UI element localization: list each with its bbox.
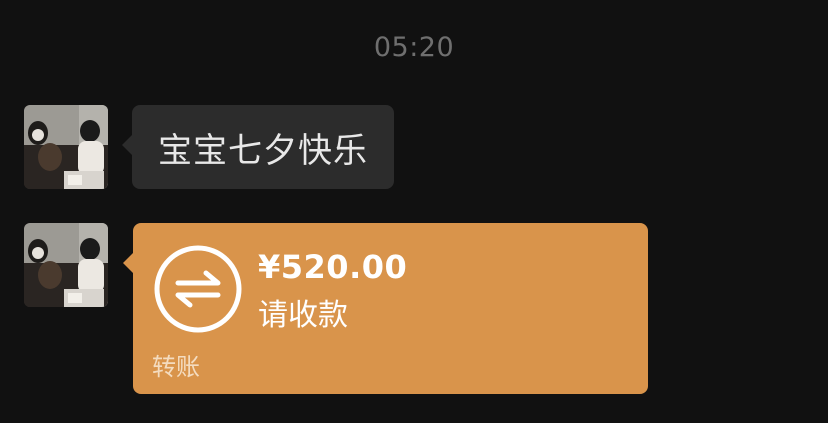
transfer-amount: ¥520.00 xyxy=(258,248,408,286)
avatar-photo-icon xyxy=(24,223,108,307)
transfer-card[interactable]: ¥520.00 请收款 转账 xyxy=(123,223,648,394)
message-row: ¥520.00 请收款 转账 xyxy=(24,223,648,394)
message-row: 宝宝七夕快乐 xyxy=(24,105,394,189)
message-bubble[interactable]: 宝宝七夕快乐 xyxy=(122,105,394,189)
message-text: 宝宝七夕快乐 xyxy=(158,130,368,171)
transfer-status: 请收款 xyxy=(258,298,348,333)
avatar[interactable] xyxy=(24,105,108,189)
message-timestamp: 05:20 xyxy=(373,32,455,63)
avatar[interactable] xyxy=(24,223,108,307)
transfer-footer-label: 转账 xyxy=(152,353,200,381)
chat-screen: 05:20 宝宝七夕快乐 ¥520.00 请收款 转账 xyxy=(0,0,828,423)
transfer-arrows-icon xyxy=(154,245,242,333)
avatar-photo-icon xyxy=(24,105,108,189)
